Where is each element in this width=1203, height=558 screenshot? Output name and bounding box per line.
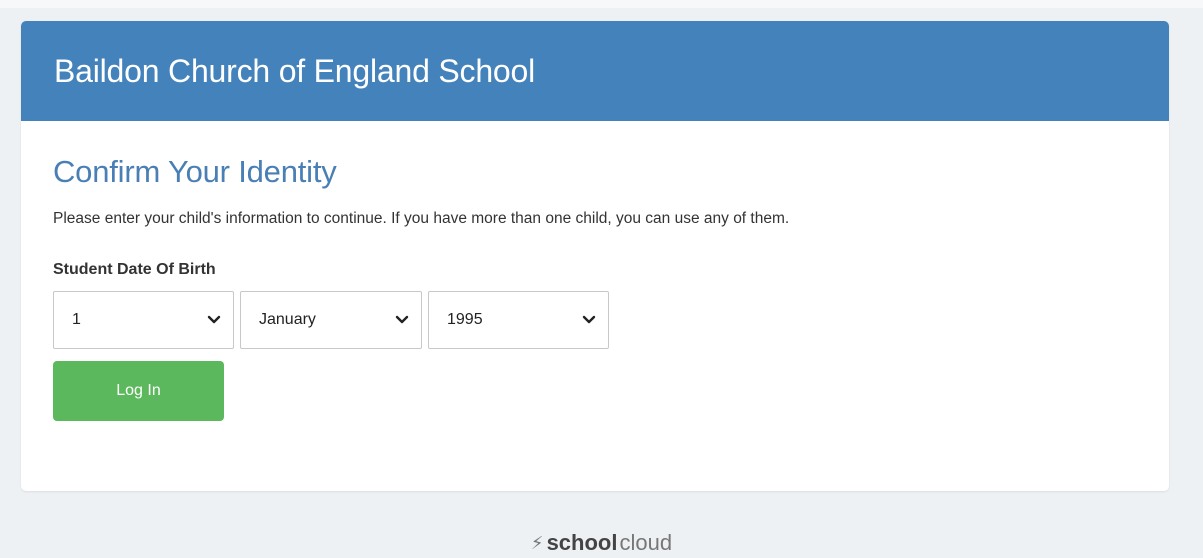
day-select-value: 1: [72, 311, 81, 328]
year-select[interactable]: 1995: [428, 291, 609, 349]
year-select-value: 1995: [447, 311, 483, 328]
chevron-down-icon: [582, 315, 596, 324]
brand-cloud: cloud: [619, 530, 673, 555]
brand-school: school: [546, 530, 618, 555]
chevron-down-icon: [207, 315, 221, 324]
dob-row: 1 January 1995: [53, 291, 1137, 349]
card-header: Baildon Church of England School: [21, 21, 1169, 121]
school-name: Baildon Church of England School: [54, 52, 536, 89]
month-select-value: January: [259, 311, 316, 328]
day-select[interactable]: 1: [53, 291, 234, 349]
intro-text: Please enter your child's information to…: [53, 210, 790, 227]
chevron-down-icon: [395, 315, 409, 324]
login-button[interactable]: Log In: [53, 361, 224, 421]
month-select[interactable]: January: [240, 291, 422, 349]
login-card: Baildon Church of England School Confirm…: [21, 21, 1169, 491]
card-body: Confirm Your Identity Please enter your …: [21, 121, 1169, 421]
top-strip: [0, 0, 1203, 8]
bolt-icon: ⚡: [530, 532, 544, 553]
dob-label: Student Date Of Birth: [53, 261, 216, 278]
page-heading: Confirm Your Identity: [53, 154, 337, 189]
schoolcloud-logo: ⚡ school cloud: [0, 530, 1203, 556]
